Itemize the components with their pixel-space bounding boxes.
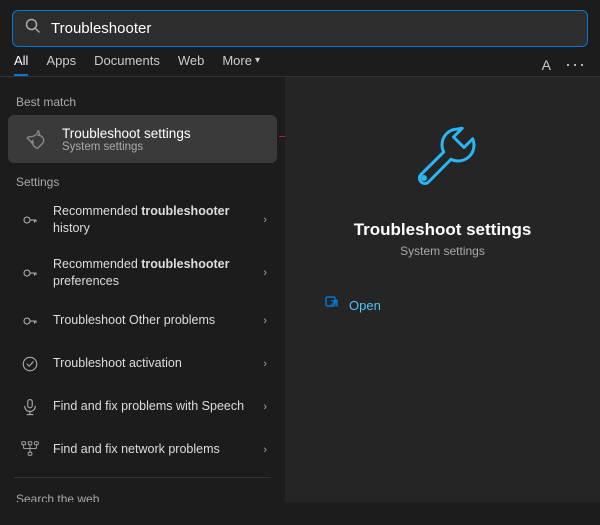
list-item-network[interactable]: Find and fix network problems › — [4, 429, 281, 471]
key-icon-0 — [18, 208, 42, 232]
tab-right-actions: A ··· — [542, 54, 586, 75]
best-match-item[interactable]: Troubleshoot settings System settings → — [8, 115, 277, 163]
list-item-activation[interactable]: Troubleshoot activation › — [4, 343, 281, 385]
chevron-icon-5: › — [263, 444, 267, 456]
chevron-icon-3: › — [263, 358, 267, 370]
tabs-bar: All Apps Documents Web More ▾ A ··· — [0, 47, 600, 77]
item-text-3: Troubleshoot activation — [53, 355, 252, 372]
tab-more[interactable]: More ▾ — [222, 53, 260, 76]
circle-check-icon — [18, 352, 42, 376]
list-item-speech[interactable]: Find and fix problems with Speech › — [4, 386, 281, 428]
tab-web[interactable]: Web — [178, 53, 205, 76]
right-panel-icon — [403, 117, 483, 202]
search-icon — [25, 18, 41, 39]
chevron-icon-1: › — [263, 267, 267, 279]
item-text-5: Find and fix network problems — [53, 441, 252, 458]
best-match-title: Troubleshoot settings — [62, 126, 191, 141]
tab-documents[interactable]: Documents — [94, 53, 160, 76]
font-size-button[interactable]: A — [542, 57, 551, 73]
key-icon-1 — [18, 261, 42, 285]
item-text-1: Recommended troubleshooter preferences — [53, 256, 252, 290]
main-content: Best match Troubleshoot settings System … — [0, 77, 600, 502]
chevron-icon-4: › — [263, 401, 267, 413]
more-options-button[interactable]: ··· — [565, 54, 586, 75]
open-button[interactable]: Open — [315, 288, 570, 323]
left-panel: Best match Troubleshoot settings System … — [0, 77, 285, 502]
search-web-label: Search the web — [0, 484, 285, 503]
best-match-text: Troubleshoot settings System settings — [62, 126, 191, 153]
chevron-down-icon: ▾ — [255, 55, 260, 66]
network-icon — [18, 438, 42, 462]
key-icon-2 — [18, 309, 42, 333]
open-icon — [325, 296, 341, 315]
best-match-label: Best match — [0, 87, 285, 113]
best-match-subtitle: System settings — [62, 141, 191, 153]
right-panel: Troubleshoot settings System settings Op… — [285, 77, 600, 502]
chevron-icon-2: › — [263, 315, 267, 327]
list-item-recommended-preferences[interactable]: Recommended troubleshooter preferences › — [4, 247, 281, 299]
tab-apps[interactable]: Apps — [46, 53, 76, 76]
search-input[interactable]: Troubleshooter — [51, 20, 575, 37]
mic-icon — [18, 395, 42, 419]
best-match-icon — [22, 125, 50, 153]
chevron-icon-0: › — [263, 214, 267, 226]
item-text-2: Troubleshoot Other problems — [53, 312, 252, 329]
tab-all[interactable]: All — [14, 53, 28, 76]
item-text-0: Recommended troubleshooter history — [53, 203, 252, 237]
settings-section-label: Settings — [0, 165, 285, 193]
divider — [14, 477, 271, 478]
right-panel-actions: Open — [305, 288, 580, 323]
item-text-4: Find and fix problems with Speech — [53, 398, 252, 415]
right-panel-title: Troubleshoot settings — [354, 220, 532, 240]
list-item-other-problems[interactable]: Troubleshoot Other problems › — [4, 300, 281, 342]
red-arrow-icon: → — [275, 123, 285, 146]
search-bar[interactable]: Troubleshooter — [12, 10, 588, 47]
list-item-recommended-history[interactable]: Recommended troubleshooter history › — [4, 194, 281, 246]
open-label[interactable]: Open — [349, 298, 381, 313]
right-panel-subtitle: System settings — [400, 244, 485, 258]
